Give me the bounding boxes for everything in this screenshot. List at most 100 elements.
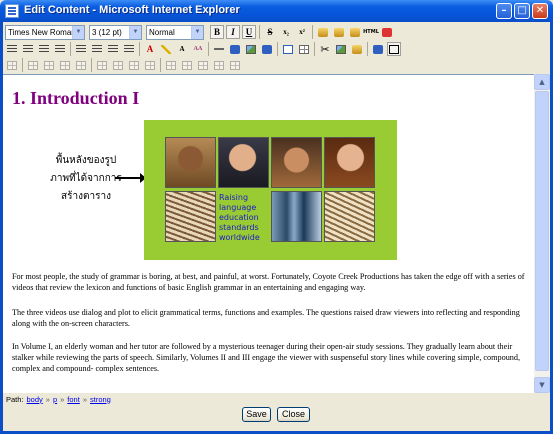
subscript-button[interactable]: x₂ [279, 25, 293, 39]
ordered-list-button[interactable] [74, 42, 88, 56]
delete-column-button[interactable] [143, 58, 157, 72]
path-separator: » [45, 394, 50, 404]
delete-column-icon [145, 60, 155, 70]
chevron-down-icon: ▼ [191, 25, 203, 39]
align-center-button[interactable] [21, 42, 35, 56]
find-replace-button[interactable] [348, 25, 362, 39]
insert-column-after-button[interactable] [127, 58, 141, 72]
chevron-down-icon: ▼ [129, 25, 141, 39]
indent-button[interactable] [122, 42, 136, 56]
font-family-select[interactable]: Times New Roman ▼ [5, 24, 85, 40]
toolbar-separator [259, 25, 260, 39]
ordered-list-icon [76, 44, 86, 54]
ie-window-icon [5, 4, 19, 18]
paste-button[interactable] [350, 42, 364, 56]
fullscreen-button[interactable] [387, 42, 401, 56]
find-replace-icon [350, 27, 360, 37]
insert-cell-icon [182, 60, 192, 70]
vertical-scrollbar[interactable]: ▲ ▼ [534, 74, 550, 393]
toolbar-separator [160, 58, 161, 72]
help-book-icon [382, 27, 392, 37]
split-cell-button[interactable] [228, 58, 242, 72]
row-properties-icon [28, 60, 38, 70]
justify-button[interactable] [53, 42, 67, 56]
align-right-button[interactable] [37, 42, 51, 56]
insert-row-before-button[interactable] [42, 58, 56, 72]
insert-table-button[interactable] [297, 42, 311, 56]
content-heading: 1. Introduction I [12, 88, 140, 108]
insert-column-after-icon [129, 60, 139, 70]
annotation-arrow-icon [115, 173, 146, 183]
insert-row-after-icon [60, 60, 70, 70]
insert-layer-button[interactable] [281, 42, 295, 56]
insert-image-button[interactable] [244, 42, 258, 56]
save-button[interactable]: Save [242, 407, 271, 422]
path-crumb-p[interactable]: p [53, 395, 57, 404]
toolbar-separator [314, 42, 315, 56]
cut-button[interactable]: ✂ [318, 42, 332, 56]
align-left-button[interactable] [5, 42, 19, 56]
insert-link-button[interactable] [260, 42, 274, 56]
delete-cell-button[interactable] [196, 58, 210, 72]
insert-cell-button[interactable] [180, 58, 194, 72]
outdent-button[interactable] [106, 42, 120, 56]
toolbar-row-1: Times New Roman ▼ 3 (12 pt) ▼ Normal ▼ B… [5, 24, 396, 40]
banner-table[interactable]: Raising language education standards wor… [144, 120, 397, 260]
underline-button[interactable]: U [242, 25, 256, 39]
insert-row-before-icon [44, 60, 54, 70]
unordered-list-button[interactable] [90, 42, 104, 56]
bold-button[interactable]: B [210, 25, 224, 39]
close-button[interactable]: Close [277, 407, 310, 422]
toolbar-separator [139, 42, 140, 56]
path-crumb-strong[interactable]: strong [90, 395, 111, 404]
scroll-down-icon[interactable]: ▼ [534, 377, 550, 393]
remove-format-button[interactable]: A [175, 42, 189, 56]
paragraph-1: For most people, the study of grammar is… [12, 272, 525, 292]
indent-icon [124, 44, 134, 54]
insert-row-after-button[interactable] [58, 58, 72, 72]
maximize-button[interactable]: □ [514, 3, 530, 19]
fullscreen-icon [389, 44, 399, 54]
strikethrough-button[interactable]: S [263, 25, 277, 39]
path-crumb-font[interactable]: font [67, 395, 80, 404]
column-properties-icon [97, 60, 107, 70]
spellcheck-button[interactable] [316, 25, 330, 39]
delete-row-button[interactable] [74, 58, 88, 72]
insert-object-button[interactable] [228, 42, 242, 56]
highlighter-icon [161, 44, 171, 54]
editor-content-area[interactable]: 1. Introduction I พื้นหลังของรูป ภาพที่ไ… [3, 74, 534, 393]
insert-column-before-button[interactable] [111, 58, 125, 72]
paragraph-format-value: Normal [149, 27, 175, 37]
path-label: Path: [6, 394, 24, 404]
column-properties-button[interactable] [95, 58, 109, 72]
cell-properties-button[interactable] [164, 58, 178, 72]
italic-button[interactable]: I [226, 25, 240, 39]
paragraph-2: The three videos use dialog and plot to … [12, 308, 520, 328]
highlight-button[interactable] [159, 42, 173, 56]
paragraph-format-select[interactable]: Normal ▼ [146, 24, 204, 40]
horizontal-rule-button[interactable] [212, 42, 226, 56]
path-separator: » [60, 394, 65, 404]
row-properties-button[interactable] [26, 58, 40, 72]
cleanup-button[interactable] [332, 25, 346, 39]
banner-slogan: Raising language education standards wor… [219, 193, 260, 242]
paste-word-button[interactable] [371, 42, 385, 56]
text-size-button[interactable]: AA [191, 42, 205, 56]
element-path-bar: Path: body » p » font » strong [3, 393, 550, 405]
html-source-button[interactable]: HTML [363, 25, 379, 39]
toolbar-separator [367, 42, 368, 56]
close-window-button[interactable]: ✕ [532, 3, 548, 19]
scroll-thumb[interactable] [535, 91, 549, 371]
copy-icon [336, 44, 346, 54]
font-color-button[interactable]: A [143, 42, 157, 56]
help-button[interactable] [380, 25, 394, 39]
path-crumb-body[interactable]: body [27, 395, 43, 404]
font-size-select[interactable]: 3 (12 pt) ▼ [89, 24, 142, 40]
toolbar-separator [91, 58, 92, 72]
table-properties-button[interactable] [5, 58, 19, 72]
minimize-button[interactable]: – [496, 3, 512, 19]
merge-cells-button[interactable] [212, 58, 226, 72]
scroll-up-icon[interactable]: ▲ [534, 74, 550, 90]
copy-button[interactable] [334, 42, 348, 56]
superscript-button[interactable]: x² [295, 25, 309, 39]
